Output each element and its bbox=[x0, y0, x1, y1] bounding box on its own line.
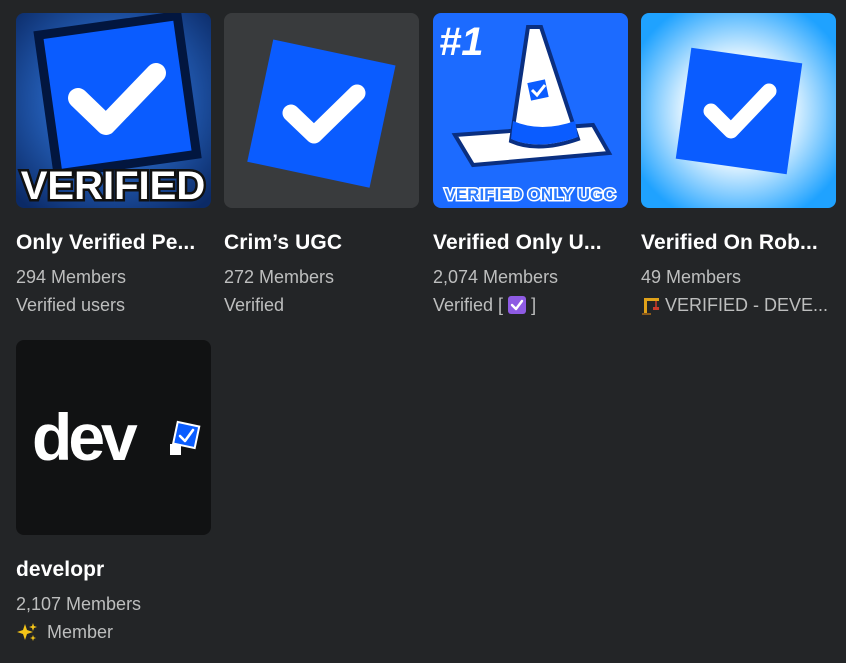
group-member-count: 272 Members bbox=[224, 267, 335, 287]
group-role-text: Member bbox=[47, 622, 114, 642]
group-role-prefix: Verified [ bbox=[433, 295, 504, 315]
group-card-verified-on-roblox[interactable]: Verified On Rob... 49 Members VERIFIED -… bbox=[641, 13, 836, 316]
group-role-text: VERIFIED - DEVE... bbox=[665, 295, 829, 315]
group-card-crims-ugc[interactable]: Crim’s UGC 272 Members Verified bbox=[224, 13, 419, 316]
verified-badge-image bbox=[224, 13, 419, 208]
group-name[interactable]: Crim’s UGC bbox=[224, 230, 419, 256]
group-role-suffix: ] bbox=[531, 295, 537, 315]
dev-logo-image: dev bbox=[16, 340, 211, 535]
thumb-rank-text: #1 bbox=[439, 20, 484, 64]
group-name[interactable]: Verified Only U... bbox=[433, 230, 628, 256]
group-role: Member bbox=[16, 621, 211, 643]
glow-badge-image bbox=[641, 13, 836, 208]
check-box-emoji-icon bbox=[508, 296, 527, 314]
group-role: Verified users bbox=[16, 295, 126, 315]
verified-thumbnail-image: VERIFIED bbox=[16, 13, 211, 208]
group-member-count: 2,074 Members bbox=[433, 267, 559, 287]
group-member-count: 294 Members bbox=[16, 267, 127, 287]
group-name[interactable]: developr bbox=[16, 557, 211, 583]
group-role: Verified bbox=[224, 295, 285, 315]
group-role: VERIFIED - DEVE... bbox=[641, 294, 836, 316]
group-name[interactable]: Verified On Rob... bbox=[641, 230, 836, 256]
group-thumbnail[interactable]: #1 VERIFIED ONLY UGC bbox=[433, 13, 628, 208]
group-thumbnail[interactable] bbox=[641, 13, 836, 208]
thumb-logo-text: dev bbox=[32, 400, 138, 474]
group-thumbnail[interactable] bbox=[224, 13, 419, 208]
group-thumbnail[interactable]: dev bbox=[16, 340, 211, 535]
group-card-developr[interactable]: dev developr 2,107 Members Member bbox=[16, 340, 211, 643]
group-card-verified-only-ugc[interactable]: #1 VERIFIED ONLY UGC Verified Only U... … bbox=[433, 13, 628, 316]
group-role: Verified [ ] bbox=[433, 294, 628, 316]
group-name[interactable]: Only Verified Pe... bbox=[16, 230, 211, 256]
group-member-count: 2,107 Members bbox=[16, 594, 142, 614]
sparkles-icon bbox=[17, 623, 37, 641]
group-member-count: 49 Members bbox=[641, 267, 742, 287]
construction-crane-icon bbox=[642, 298, 659, 315]
group-card-only-verified[interactable]: VERIFIED Only Verified Pe... 294 Members… bbox=[16, 13, 211, 316]
group-thumbnail[interactable]: VERIFIED bbox=[16, 13, 211, 208]
thumb-caption-text: VERIFIED ONLY UGC bbox=[445, 185, 616, 204]
cone-thumbnail-image: #1 VERIFIED ONLY UGC bbox=[433, 13, 628, 208]
thumb-verified-text: VERIFIED bbox=[21, 164, 205, 208]
